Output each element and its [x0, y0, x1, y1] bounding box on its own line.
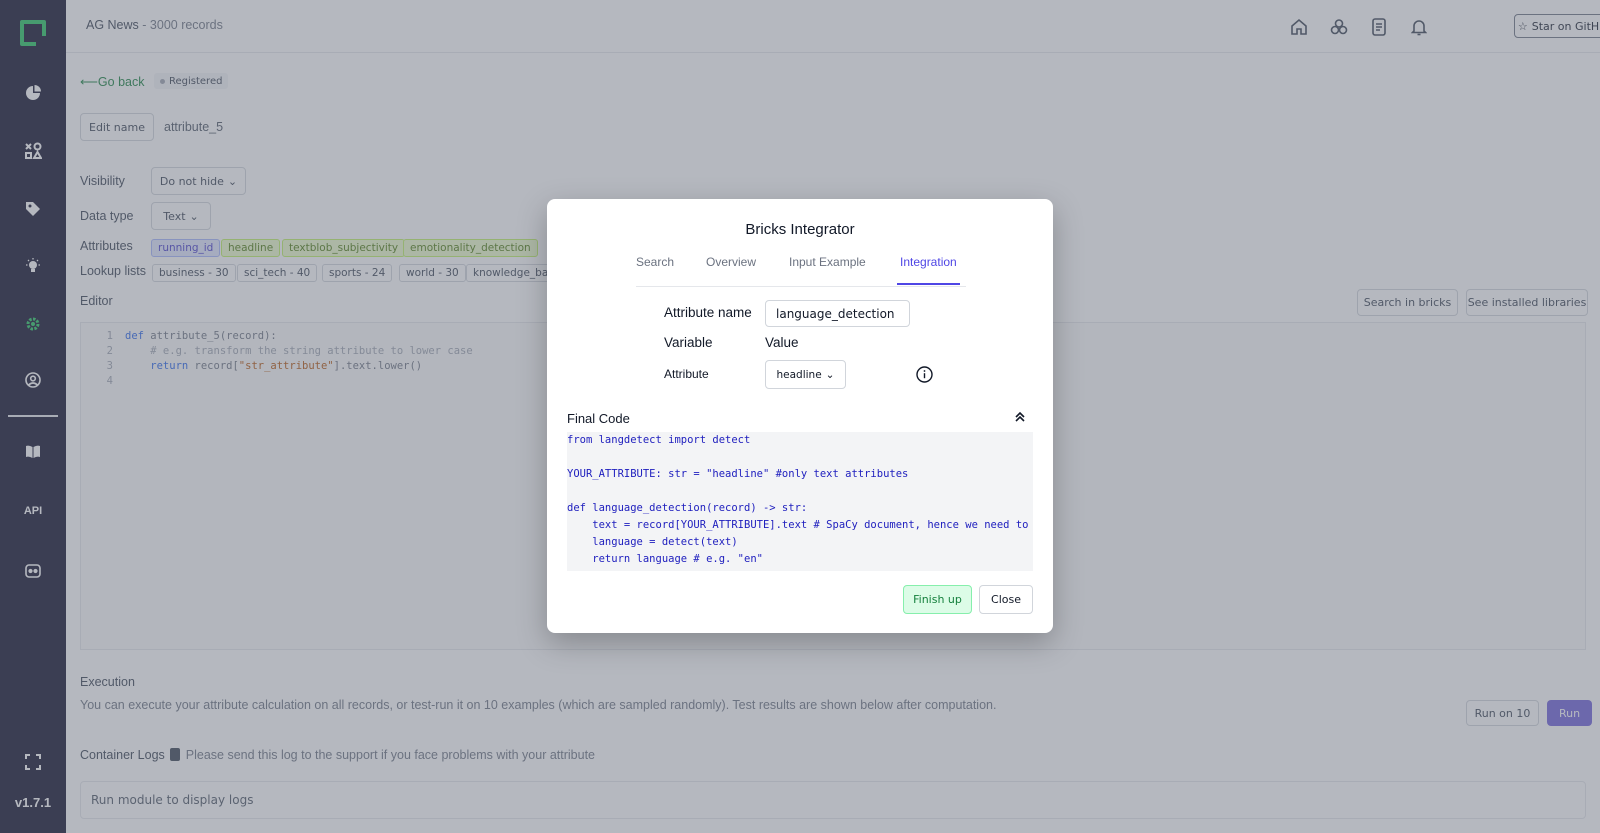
attribute-name-input[interactable]: language_detection — [765, 300, 910, 327]
attribute-select-value: headline — [776, 368, 822, 381]
attribute-name-label: Attribute name — [664, 305, 752, 320]
code-line: from langdetect import detect — [567, 434, 751, 446]
tab-input-example[interactable]: Input Example — [789, 255, 866, 283]
code-line: text = record[YOUR_ATTRIBUTE].text # Spa… — [592, 519, 1029, 531]
attribute-variable-label: Attribute — [664, 367, 709, 381]
tab-overview[interactable]: Overview — [706, 255, 756, 283]
attribute-select[interactable]: headline ⌄ — [765, 360, 846, 389]
modal-title: Bricks Integrator — [745, 221, 855, 238]
variable-header: Variable — [664, 335, 713, 350]
finish-up-button[interactable]: Finish up — [903, 585, 972, 614]
code-line: language = detect(text) — [567, 536, 738, 548]
tab-integration[interactable]: Integration — [897, 255, 960, 285]
final-code-block: from langdetect import detect YOUR_ATTRI… — [567, 432, 1033, 571]
chevron-double-up-icon[interactable] — [1013, 410, 1027, 424]
code-line: def language_detection(record) -> str: — [567, 502, 808, 514]
modal-tabs: Search Overview Input Example Integratio… — [636, 247, 966, 287]
chevron-down-icon: ⌄ — [825, 368, 835, 381]
final-code-label: Final Code — [567, 411, 630, 426]
value-header: Value — [765, 335, 799, 350]
code-line: return language # e.g. "en" — [567, 553, 763, 565]
close-button[interactable]: Close — [979, 585, 1033, 614]
bricks-integrator-modal: Bricks Integrator Search Overview Input … — [547, 199, 1053, 633]
code-line: YOUR_ATTRIBUTE: str = "headline" #only t… — [567, 468, 909, 480]
tab-search[interactable]: Search — [636, 255, 674, 283]
info-icon[interactable] — [916, 366, 933, 383]
